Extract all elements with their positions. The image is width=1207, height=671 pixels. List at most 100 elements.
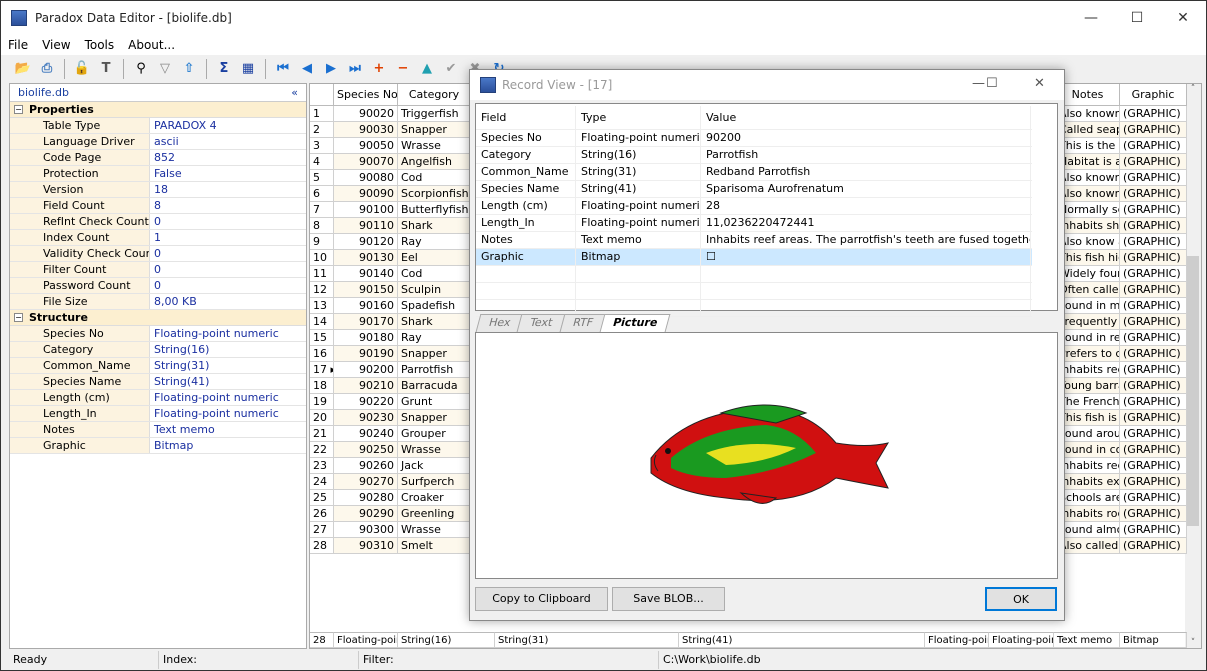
category-cell[interactable]: Scorpionfish [398, 186, 471, 202]
graphic-cell[interactable]: (GRAPHIC) [1120, 362, 1187, 378]
species-no-cell[interactable]: 90070 [334, 154, 398, 170]
dialog-minimize-button[interactable]: — [972, 76, 985, 91]
category-cell[interactable]: Snapper [398, 346, 471, 362]
graphic-cell[interactable]: (GRAPHIC) [1120, 458, 1187, 474]
sum-icon[interactable]: Σ [214, 59, 234, 79]
graphic-cell[interactable]: (GRAPHIC) [1120, 106, 1187, 122]
record-row[interactable]: Species Name String(41) Sparisoma Aurofren… [476, 181, 1032, 198]
tab-picture[interactable]: Picture [599, 314, 671, 332]
record-row[interactable]: Length_In Floating-point numeric 11,023622… [476, 215, 1032, 232]
category-cell[interactable]: Shark [398, 218, 471, 234]
menu-file[interactable]: File [1, 35, 35, 55]
collapse-button[interactable]: « [291, 86, 298, 99]
category-cell[interactable]: Wrasse [398, 522, 471, 538]
species-no-cell[interactable]: 90130 [334, 250, 398, 266]
graphic-cell[interactable]: (GRAPHIC) [1120, 138, 1187, 154]
property-row[interactable]: Common_Name String(31) [10, 358, 306, 374]
copy-to-clipboard-button[interactable]: Copy to Clipboard [475, 587, 608, 611]
unlock-icon[interactable]: 🔓 [72, 59, 92, 79]
column-header-3[interactable]: Notes [1056, 84, 1120, 106]
notes-cell[interactable]: Called seape [1056, 122, 1120, 138]
graphic-cell[interactable]: (GRAPHIC) [1120, 426, 1187, 442]
maximize-button[interactable]: ☐ [1114, 1, 1160, 35]
graphic-cell[interactable]: (GRAPHIC) [1120, 234, 1187, 250]
row-number[interactable]: 12 [310, 282, 334, 298]
category-cell[interactable]: Cod [398, 266, 471, 282]
graphic-cell[interactable]: (GRAPHIC) [1120, 218, 1187, 234]
notes-cell[interactable]: Also known a [1056, 106, 1120, 122]
column-header-4[interactable]: Graphic [1120, 84, 1187, 106]
category-cell[interactable]: Ray [398, 330, 471, 346]
notes-cell[interactable]: Also known a [1056, 170, 1120, 186]
property-row[interactable]: Length (cm) Floating-point numeric [10, 390, 306, 406]
row-number[interactable]: 13 [310, 298, 334, 314]
last-record-icon[interactable]: ⏭ [345, 59, 365, 79]
property-row[interactable]: RefInt Check Count 0 [10, 214, 306, 230]
species-no-cell[interactable]: 90050 [334, 138, 398, 154]
graphic-cell[interactable]: (GRAPHIC) [1120, 522, 1187, 538]
row-number[interactable]: 14 [310, 314, 334, 330]
species-no-cell[interactable]: 90200 [334, 362, 398, 378]
species-no-cell[interactable]: 90270 [334, 474, 398, 490]
notes-cell[interactable]: Also known a [1056, 186, 1120, 202]
row-number[interactable]: 26 [310, 506, 334, 522]
graphic-cell[interactable]: (GRAPHIC) [1120, 346, 1187, 362]
category-cell[interactable]: Spadefish [398, 298, 471, 314]
property-row[interactable]: Species No Floating-point numeric [10, 326, 306, 342]
dialog-close-button[interactable]: ✕ [1034, 76, 1045, 91]
property-row[interactable]: Code Page 852 [10, 150, 306, 166]
category-cell[interactable]: Wrasse [398, 442, 471, 458]
species-no-cell[interactable]: 90260 [334, 458, 398, 474]
category-cell[interactable]: Snapper [398, 122, 471, 138]
row-number[interactable]: 1 [310, 106, 334, 122]
tab-text[interactable]: Text [516, 314, 567, 332]
species-no-cell[interactable]: 90220 [334, 394, 398, 410]
property-row[interactable]: File Size 8,00 KB [10, 294, 306, 310]
species-no-cell[interactable]: 90280 [334, 490, 398, 506]
record-row[interactable]: Species No Floating-point numeric 90200 [476, 130, 1032, 147]
ok-button[interactable]: OK [985, 587, 1057, 611]
notes-cell[interactable]: Habitat is arc [1056, 154, 1120, 170]
first-record-icon[interactable]: ⏮ [273, 59, 293, 79]
property-row[interactable]: Notes Text memo [10, 422, 306, 438]
property-row[interactable]: Version 18 [10, 182, 306, 198]
properties-section[interactable]: − Properties [10, 102, 306, 118]
column-header-0[interactable] [310, 84, 334, 106]
category-cell[interactable]: Jack [398, 458, 471, 474]
species-no-cell[interactable]: 90140 [334, 266, 398, 282]
notes-cell[interactable]: Also know as [1056, 234, 1120, 250]
category-cell[interactable]: Grunt [398, 394, 471, 410]
row-number[interactable]: 6 [310, 186, 334, 202]
next-record-icon[interactable]: ▶ [321, 59, 341, 79]
notes-cell[interactable]: Schools are f [1056, 490, 1120, 506]
row-number[interactable]: 25 [310, 490, 334, 506]
species-no-cell[interactable]: 90120 [334, 234, 398, 250]
row-number[interactable]: 15 [310, 330, 334, 346]
graphic-cell[interactable]: (GRAPHIC) [1120, 506, 1187, 522]
row-number[interactable]: 7 [310, 202, 334, 218]
edit-icon[interactable]: ▲ [417, 59, 437, 79]
graphic-cell[interactable]: (GRAPHIC) [1120, 394, 1187, 410]
graphic-cell[interactable]: (GRAPHIC) [1120, 154, 1187, 170]
sort-icon[interactable]: ⇧ [179, 59, 199, 79]
insert-icon[interactable]: + [369, 59, 389, 79]
notes-cell[interactable]: Found almost [1056, 522, 1120, 538]
row-number[interactable]: 20 [310, 410, 334, 426]
property-row[interactable]: Table Type PARADOX 4 [10, 118, 306, 134]
property-row[interactable]: Length_In Floating-point numeric [10, 406, 306, 422]
notes-cell[interactable]: Frequently fo [1056, 314, 1120, 330]
notes-cell[interactable]: Normally see [1056, 202, 1120, 218]
notes-cell[interactable]: Widely found [1056, 266, 1120, 282]
filter-icon[interactable]: ▽ [155, 59, 175, 79]
species-no-cell[interactable]: 90300 [334, 522, 398, 538]
notes-cell[interactable]: Inhabits reef [1056, 458, 1120, 474]
graphic-cell[interactable]: (GRAPHIC) [1120, 490, 1187, 506]
category-cell[interactable]: Ray [398, 234, 471, 250]
row-number[interactable]: 27 [310, 522, 334, 538]
notes-cell[interactable]: This fish hide [1056, 250, 1120, 266]
property-row[interactable]: Validity Check Count 0 [10, 246, 306, 262]
notes-cell[interactable]: Inhabits expo [1056, 474, 1120, 490]
row-number[interactable]: 5 [310, 170, 334, 186]
category-cell[interactable]: Barracuda [398, 378, 471, 394]
graphic-cell[interactable]: (GRAPHIC) [1120, 410, 1187, 426]
